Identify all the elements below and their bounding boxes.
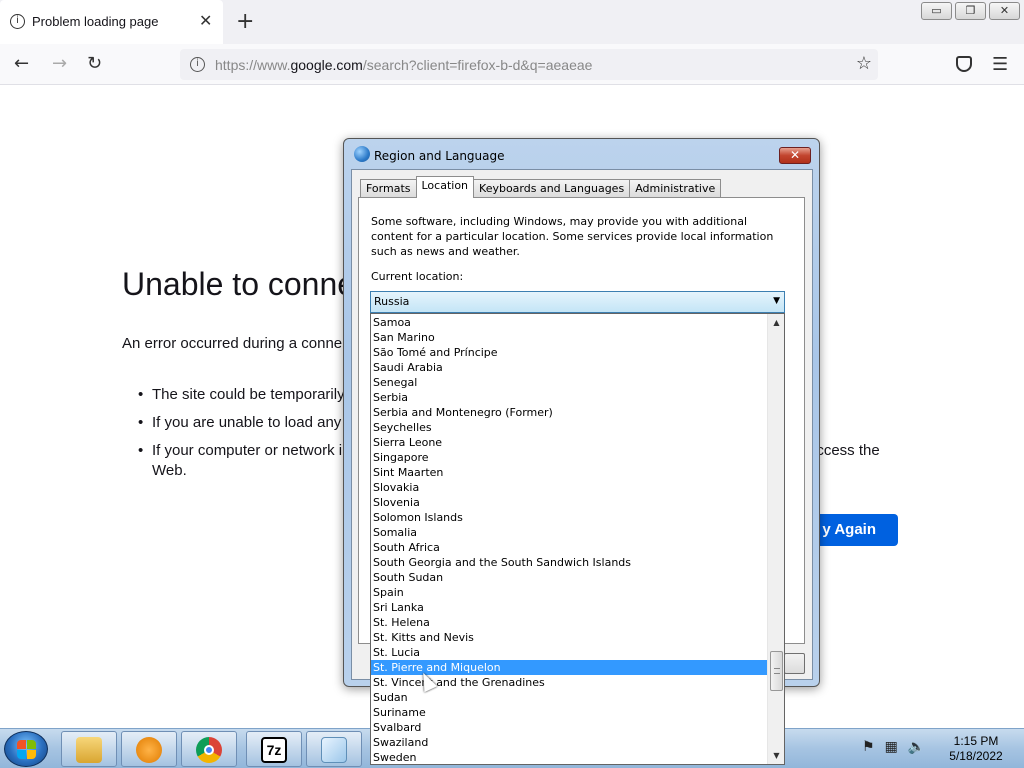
scroll-down-icon[interactable]: ▼ (768, 747, 784, 764)
location-option[interactable]: St. Lucia (371, 645, 767, 660)
control-panel-icon (321, 737, 347, 763)
dropdown-scrollbar[interactable]: ▲ ▼ (767, 314, 784, 764)
location-value: Russia (374, 295, 410, 308)
location-description: Some software, including Windows, may pr… (371, 215, 774, 258)
location-combobox[interactable]: Russia ▼ (370, 291, 785, 313)
location-option[interactable]: Svalbard (371, 720, 767, 735)
taskbar-control-panel[interactable] (306, 731, 362, 767)
location-option[interactable]: Samoa (371, 315, 767, 330)
windows-logo-icon (17, 740, 37, 760)
window-controls: ▭ ❐ ✕ (921, 2, 1020, 20)
start-button[interactable] (4, 731, 48, 767)
bookmark-star-icon[interactable]: ☆ (856, 53, 872, 74)
location-option[interactable]: Senegal (371, 375, 767, 390)
scroll-thumb[interactable] (770, 651, 783, 691)
action-center-flag-icon[interactable]: ⚑ (862, 739, 875, 755)
location-option[interactable]: San Marino (371, 330, 767, 345)
location-option[interactable]: Sint Maarten (371, 465, 767, 480)
dialog-tabs: Formats Location Keyboards and Languages… (360, 176, 722, 198)
location-option[interactable]: South Georgia and the South Sandwich Isl… (371, 555, 767, 570)
taskbar-media-player[interactable] (121, 731, 177, 767)
error-description: An error occurred during a conne (122, 335, 343, 352)
url-text[interactable]: https://www.google.com/search?client=fir… (215, 57, 592, 73)
tab-title: Problem loading page (32, 14, 159, 29)
volume-icon[interactable]: 🔈 (908, 739, 925, 755)
clock-time: 1:15 PM (953, 734, 999, 748)
clock-date: 5/18/2022 (949, 749, 1003, 763)
location-option[interactable]: Sri Lanka (371, 600, 767, 615)
dropdown-arrow-icon[interactable]: ▼ (773, 296, 780, 306)
clock[interactable]: 1:15 PM 5/18/2022 (940, 734, 1012, 764)
location-option[interactable]: Solomon Islands (371, 510, 767, 525)
nav-bar: ← → ↻ i https://www.google.com/search?cl… (0, 44, 1024, 85)
location-option[interactable]: Slovenia (371, 495, 767, 510)
info-icon: i (10, 14, 25, 29)
taskbar-chrome[interactable] (181, 731, 237, 767)
new-tab-button[interactable]: + (236, 9, 254, 34)
folder-icon (76, 737, 102, 763)
restore-button[interactable]: ❐ (955, 2, 986, 20)
chrome-icon (196, 737, 222, 763)
reload-icon[interactable]: ↻ (87, 53, 102, 74)
location-option[interactable]: Sudan (371, 690, 767, 705)
location-option[interactable]: St. Helena (371, 615, 767, 630)
taskbar-7zip[interactable]: 7z (246, 731, 302, 767)
location-option[interactable]: St. Kitts and Nevis (371, 630, 767, 645)
dropdown-items: Samoa San Marino São Tomé and Príncipe Saud… (371, 315, 767, 764)
location-dropdown-list[interactable]: Samoa San Marino São Tomé and Príncipe Saud… (370, 313, 785, 765)
back-icon[interactable]: ← (14, 53, 29, 74)
pocket-icon[interactable] (956, 56, 972, 72)
location-option[interactable]: Sierra Leone (371, 435, 767, 450)
close-tab-icon[interactable]: ✕ (199, 11, 212, 30)
dialog-close-button[interactable]: ✕ (779, 147, 811, 164)
location-option[interactable]: Somalia (371, 525, 767, 540)
browser-tab[interactable]: i Problem loading page ✕ (0, 0, 223, 44)
location-option[interactable]: São Tomé and Príncipe (371, 345, 767, 360)
globe-icon (354, 146, 370, 162)
dialog-title: Region and Language (374, 149, 505, 163)
location-option[interactable]: Serbia and Montenegro (Former) (371, 405, 767, 420)
location-option[interactable]: South Africa (371, 540, 767, 555)
location-option[interactable]: Saudi Arabia (371, 360, 767, 375)
location-option[interactable]: Swaziland (371, 735, 767, 750)
hamburger-menu-icon[interactable]: ☰ (992, 54, 1008, 75)
tab-strip: i Problem loading page ✕ + ▭ ❐ ✕ (0, 0, 1024, 44)
location-option[interactable]: Singapore (371, 450, 767, 465)
tab-administrative[interactable]: Administrative (629, 179, 722, 198)
location-option[interactable]: South Sudan (371, 570, 767, 585)
tab-formats[interactable]: Formats (360, 179, 417, 198)
network-icon[interactable]: ▦ (885, 739, 898, 755)
location-option[interactable]: Serbia (371, 390, 767, 405)
location-option[interactable]: Suriname (371, 705, 767, 720)
forward-icon[interactable]: → (52, 53, 67, 74)
error-title: Unable to conne (122, 266, 356, 302)
system-tray: ⚑ ▦ 🔈 (862, 739, 925, 755)
scroll-up-icon[interactable]: ▲ (768, 314, 784, 331)
location-option[interactable]: Slovakia (371, 480, 767, 495)
url-bar[interactable]: i https://www.google.com/search?client=f… (180, 49, 878, 80)
minimize-button[interactable]: ▭ (921, 2, 952, 20)
site-info-icon[interactable]: i (190, 57, 205, 72)
location-option[interactable]: Sweden (371, 750, 767, 764)
7zip-icon: 7z (261, 737, 287, 763)
tab-keyboards-and-languages[interactable]: Keyboards and Languages (473, 179, 631, 198)
media-player-icon (136, 737, 162, 763)
location-option[interactable]: Spain (371, 585, 767, 600)
current-location-label: Current location: (371, 270, 464, 283)
taskbar-file-explorer[interactable] (61, 731, 117, 767)
dialog-button[interactable] (784, 653, 805, 674)
tab-location[interactable]: Location (415, 176, 475, 198)
close-window-button[interactable]: ✕ (989, 2, 1020, 20)
location-option[interactable]: Seychelles (371, 420, 767, 435)
